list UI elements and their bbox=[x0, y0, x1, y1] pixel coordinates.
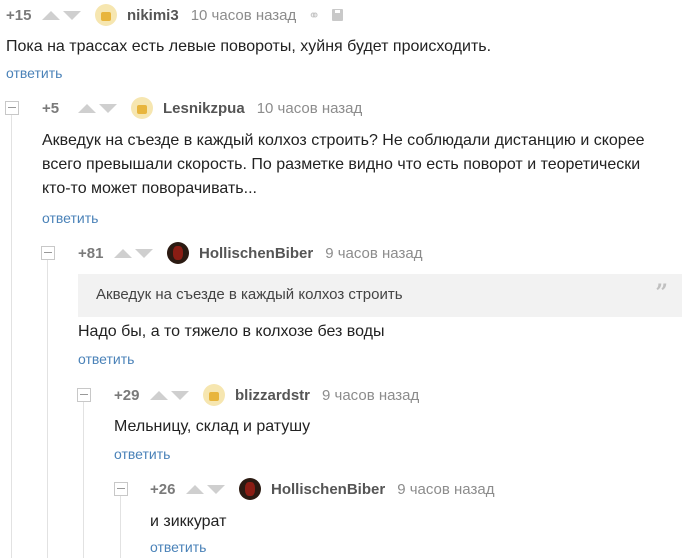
comment-time[interactable]: 9 часов назад bbox=[397, 481, 494, 498]
comment-author[interactable]: nikimi3 bbox=[127, 7, 179, 24]
avatar[interactable] bbox=[203, 384, 225, 406]
comment-text: Мельницу, склад и ратушу bbox=[114, 418, 311, 435]
arrow-up-icon[interactable] bbox=[186, 484, 204, 494]
quote-icon: ” bbox=[655, 280, 668, 306]
arrow-down-icon[interactable] bbox=[207, 484, 225, 494]
thread-line bbox=[120, 496, 121, 558]
comment-rating: +5 bbox=[42, 99, 60, 117]
comment-text-line: кто-то может поворачивать... bbox=[42, 180, 257, 197]
comment-text: и зиккурат bbox=[150, 513, 227, 530]
comment-time[interactable]: 10 часов назад bbox=[191, 7, 297, 24]
arrow-down-icon[interactable] bbox=[135, 248, 153, 258]
arrow-up-icon[interactable] bbox=[78, 103, 96, 113]
arrow-down-icon[interactable] bbox=[63, 10, 81, 20]
comment-author[interactable]: HollischenBiber bbox=[271, 481, 385, 498]
comment-text: Надо бы, а то тяжело в колхозе без воды bbox=[78, 323, 385, 340]
reply-link[interactable]: ответить bbox=[42, 210, 98, 226]
avatar[interactable] bbox=[131, 97, 153, 119]
reply-link[interactable]: ответить bbox=[78, 351, 134, 367]
collapse-icon[interactable] bbox=[77, 388, 91, 402]
comment-text-line: Акведук на съезде в каждый колхоз строит… bbox=[42, 132, 645, 149]
arrow-down-icon[interactable] bbox=[99, 103, 117, 113]
avatar[interactable] bbox=[95, 4, 117, 26]
avatar[interactable] bbox=[167, 242, 189, 264]
reply-link[interactable]: ответить bbox=[6, 65, 62, 81]
comment-author[interactable]: HollischenBiber bbox=[199, 245, 313, 262]
collapse-icon[interactable] bbox=[5, 101, 19, 115]
avatar[interactable] bbox=[239, 478, 261, 500]
comment-text: Пока на трассах есть левые повороты, хуй… bbox=[6, 38, 492, 55]
reply-link[interactable]: ответить bbox=[114, 446, 170, 462]
comment-text-line: всего превышали скорость. По разметке ви… bbox=[42, 156, 641, 173]
save-icon[interactable] bbox=[332, 9, 344, 21]
link-icon[interactable]: ⚭ bbox=[308, 7, 320, 24]
arrow-up-icon[interactable] bbox=[42, 10, 60, 20]
arrow-up-icon[interactable] bbox=[114, 248, 132, 258]
comment-author[interactable]: blizzardstr bbox=[235, 387, 310, 404]
comment-author[interactable]: Lesnikzpua bbox=[163, 100, 245, 117]
collapse-icon[interactable] bbox=[114, 482, 128, 496]
quote-text: Акведук на съезде в каждый колхоз строит… bbox=[96, 286, 403, 303]
quote-block: Акведук на съезде в каждый колхоз строит… bbox=[78, 274, 682, 317]
arrow-up-icon[interactable] bbox=[150, 390, 168, 400]
comment-rating: +26 bbox=[150, 480, 176, 498]
thread-line bbox=[47, 260, 48, 558]
comment-rating: +81 bbox=[78, 244, 104, 262]
comment-time[interactable]: 9 часов назад bbox=[322, 387, 419, 404]
thread-line bbox=[83, 402, 84, 558]
comment-time[interactable]: 9 часов назад bbox=[325, 245, 422, 262]
thread-line bbox=[11, 114, 12, 558]
comment-rating: +29 bbox=[114, 386, 140, 404]
reply-link[interactable]: ответить bbox=[150, 539, 206, 555]
comment-rating: +15 bbox=[6, 6, 32, 24]
collapse-icon[interactable] bbox=[41, 246, 55, 260]
arrow-down-icon[interactable] bbox=[171, 390, 189, 400]
comment-time[interactable]: 10 часов назад bbox=[257, 100, 363, 117]
